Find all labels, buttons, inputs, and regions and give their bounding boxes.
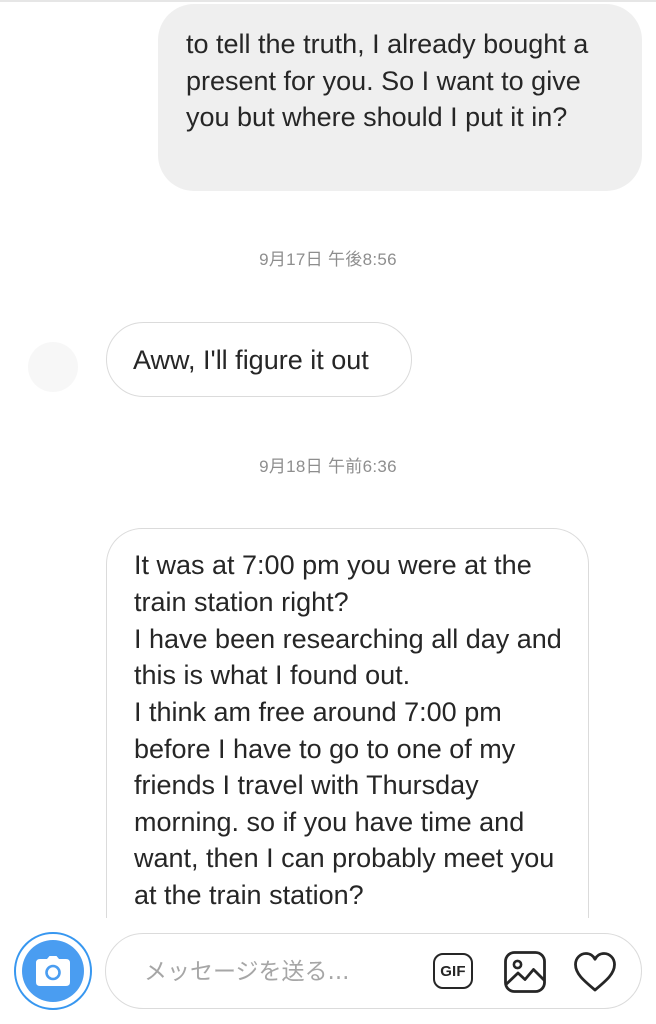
message-paragraph: I think am free around 7:00 pm before I … <box>134 697 555 910</box>
timestamp: 9月17日 午後8:56 <box>259 250 397 269</box>
message-paragraph: It was at 7:00 pm you were at the train … <box>134 550 532 617</box>
sent-message-text: to tell the truth, I already bought a pr… <box>186 29 589 132</box>
camera-icon <box>22 940 84 1002</box>
timestamp: 9月18日 午前6:36 <box>259 457 397 476</box>
camera-button[interactable] <box>14 932 92 1010</box>
heart-icon[interactable] <box>573 951 617 993</box>
image-icon[interactable] <box>503 950 547 994</box>
message-paragraph: I have been researching all day and this… <box>134 623 562 691</box>
message-composer: GIF <box>105 933 642 1009</box>
received-message-bubble[interactable]: It was at 7:00 pm you were at the train … <box>106 528 589 958</box>
avatar[interactable] <box>28 342 78 392</box>
sent-message-bubble[interactable]: to tell the truth, I already bought a pr… <box>158 4 642 191</box>
received-message-text: Aww, I'll figure it out <box>133 345 369 375</box>
received-message-bubble[interactable]: Aww, I'll figure it out <box>106 322 412 397</box>
top-divider <box>0 0 656 2</box>
message-input[interactable] <box>144 954 414 990</box>
gif-icon[interactable]: GIF <box>433 953 473 989</box>
